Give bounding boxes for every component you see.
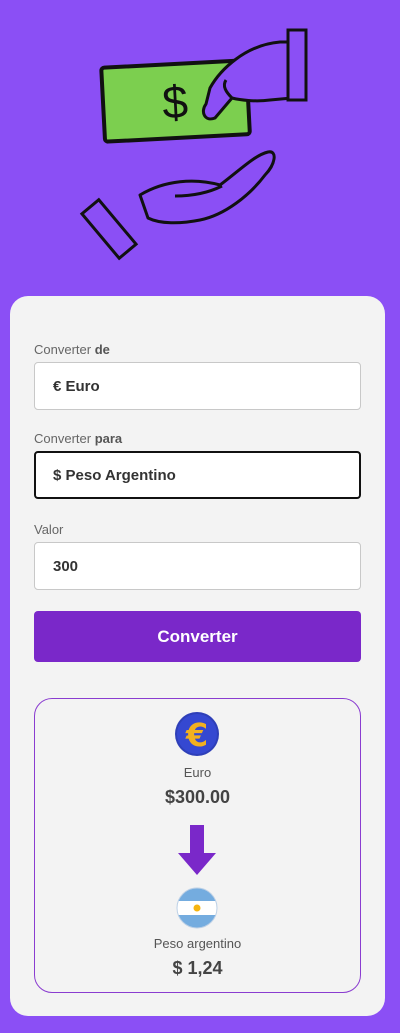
result-from-name: Euro (183, 765, 212, 780)
result-to-name: Peso argentino (153, 936, 242, 951)
from-currency-select[interactable]: € Euro (34, 362, 361, 410)
convert-button[interactable]: Converter (34, 611, 361, 662)
svg-text:$: $ (161, 75, 189, 128)
result-to-amount: $ 1,24 (172, 958, 223, 978)
to-currency-select[interactable]: $ Peso Argentino (34, 451, 361, 499)
down-arrow-icon (178, 825, 216, 875)
money-exchange-illustration: $ (79, 28, 308, 261)
result-from-amount: $300.00 (164, 787, 231, 807)
amount-label: Valor (34, 522, 64, 537)
from-field: Converter de € Euro (34, 342, 361, 410)
svg-text:€: € (185, 716, 208, 754)
converter-card: Converter de € Euro Converter para $ Pes… (10, 296, 385, 1016)
euro-coin-icon: € (175, 712, 219, 756)
from-label: Converter de (34, 342, 110, 357)
result-panel: € Euro $300.00 Peso argentino $ 1,24 (34, 698, 361, 993)
amount-input[interactable]: 300 (34, 542, 361, 590)
to-label: Converter para (34, 431, 123, 446)
argentina-flag-icon (176, 887, 218, 929)
to-field: Converter para $ Peso Argentino (34, 431, 361, 499)
amount-field: Valor 300 (34, 522, 361, 590)
